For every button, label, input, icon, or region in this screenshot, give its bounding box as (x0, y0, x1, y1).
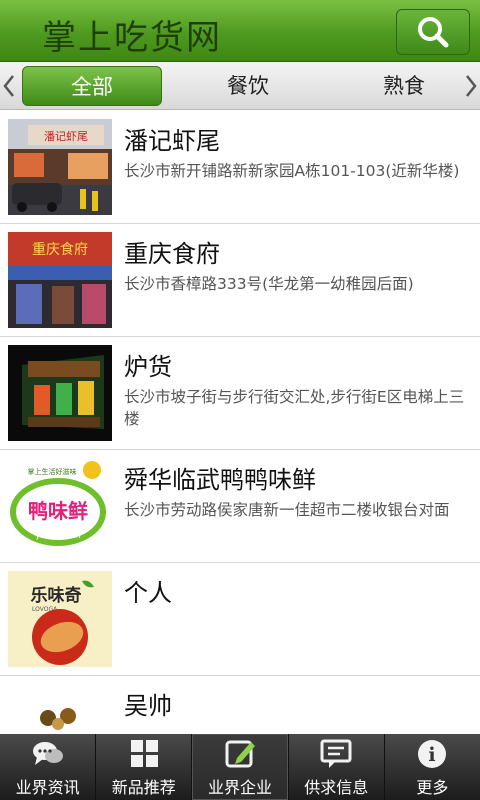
store-logo (8, 684, 112, 733)
chat-bubbles-icon (32, 742, 63, 765)
nav-label: 业界企业 (208, 778, 273, 797)
app-title: 掌上吃货网 (42, 18, 222, 58)
logo-subtext: ya wei xian (35, 531, 80, 540)
category-tab-dining[interactable]: 餐饮 (178, 66, 318, 106)
message-icon (320, 739, 352, 768)
nav-label: 更多 (416, 778, 449, 797)
listing-name: 炉货 (124, 353, 172, 381)
list-item[interactable]: 重庆食府 重庆食府 长沙市香樟路333号(华龙第一幼稚园后面) (0, 224, 480, 337)
store-photo: 重庆食府 (8, 232, 112, 328)
nav-item-more[interactable]: i 更多 (385, 734, 480, 800)
store-photo-sign: 重庆食府 (32, 241, 88, 258)
listing-name: 重庆食府 (124, 240, 220, 268)
listing-name: 潘记虾尾 (124, 127, 220, 155)
listing-name: 个人 (124, 579, 172, 607)
listing-name: 舜华临武鸭鸭味鲜 (124, 466, 316, 494)
app-header: 掌上吃货网 (0, 0, 480, 62)
grid-icon (130, 740, 158, 767)
listing-address: 长沙市坡子街与步行街交汇处,步行街E区电梯上三楼 (124, 388, 465, 428)
nav-item-industry-news[interactable]: 业界资讯 (0, 734, 97, 800)
store-photo-sign: 潘记虾尾 (44, 130, 88, 143)
logo-tagline: 掌上生活好滋味 (28, 467, 77, 476)
listing-address: 长沙市香樟路333号(华龙第一幼稚园后面) (124, 275, 414, 293)
listing-name: 吴帅 (124, 692, 172, 720)
list-item[interactable]: 炉货 长沙市坡子街与步行街交汇处,步行街E区电梯上三楼 (0, 337, 480, 450)
category-bar: 全部 餐饮 熟食 (0, 62, 480, 110)
list-item[interactable]: 乐味奇 LOVOGA 个人 (0, 563, 480, 676)
nav-item-new-products[interactable]: 新品推荐 (96, 734, 193, 800)
list-item[interactable]: 潘记虾尾 潘记虾尾 长沙市新开铺路新新家园A栋101-103(近新华楼) (0, 111, 480, 224)
listing-address: 长沙市新开铺路新新家园A栋101-103(近新华楼) (124, 162, 460, 180)
nav-item-supply-demand[interactable]: 供求信息 (289, 734, 385, 800)
scroll-left-arrow-icon[interactable] (2, 74, 16, 98)
logo-text: 乐味奇 (31, 585, 82, 606)
category-tab-deli[interactable]: 熟食 (334, 66, 474, 106)
search-button[interactable] (396, 9, 470, 55)
edit-icon (225, 740, 255, 768)
store-photo (8, 345, 112, 441)
nav-label: 供求信息 (304, 778, 369, 797)
category-tab-all[interactable]: 全部 (22, 66, 162, 106)
list-item[interactable]: 吴帅 (0, 676, 480, 733)
nav-label: 新品推荐 (111, 778, 176, 797)
store-logo: 乐味奇 LOVOGA (8, 571, 112, 667)
listing-list: 潘记虾尾 潘记虾尾 长沙市新开铺路新新家园A栋101-103(近新华楼) 重庆食… (0, 111, 480, 733)
listing-address: 长沙市劳动路侯家唐新一佳超市二楼收银台对面 (124, 501, 450, 519)
info-icon: i (418, 740, 447, 768)
nav-label: 业界资讯 (15, 778, 80, 797)
store-photo: 潘记虾尾 (8, 119, 112, 215)
bottom-nav: 业界资讯 新品推荐 业界企业 供求信息 i 更多 (0, 734, 480, 800)
nav-item-industry-companies[interactable]: 业界企业 (192, 734, 289, 800)
list-item[interactable]: 掌上生活好滋味 鸭味鲜 ya wei xian 舜华临武鸭鸭味鲜 长沙市劳动路侯… (0, 450, 480, 563)
svg-text:i: i (429, 744, 436, 766)
logo-text: 鸭味鲜 (28, 499, 88, 523)
scroll-right-arrow-icon[interactable] (464, 74, 478, 98)
store-logo: 掌上生活好滋味 鸭味鲜 ya wei xian (8, 458, 112, 554)
search-icon (418, 17, 449, 48)
